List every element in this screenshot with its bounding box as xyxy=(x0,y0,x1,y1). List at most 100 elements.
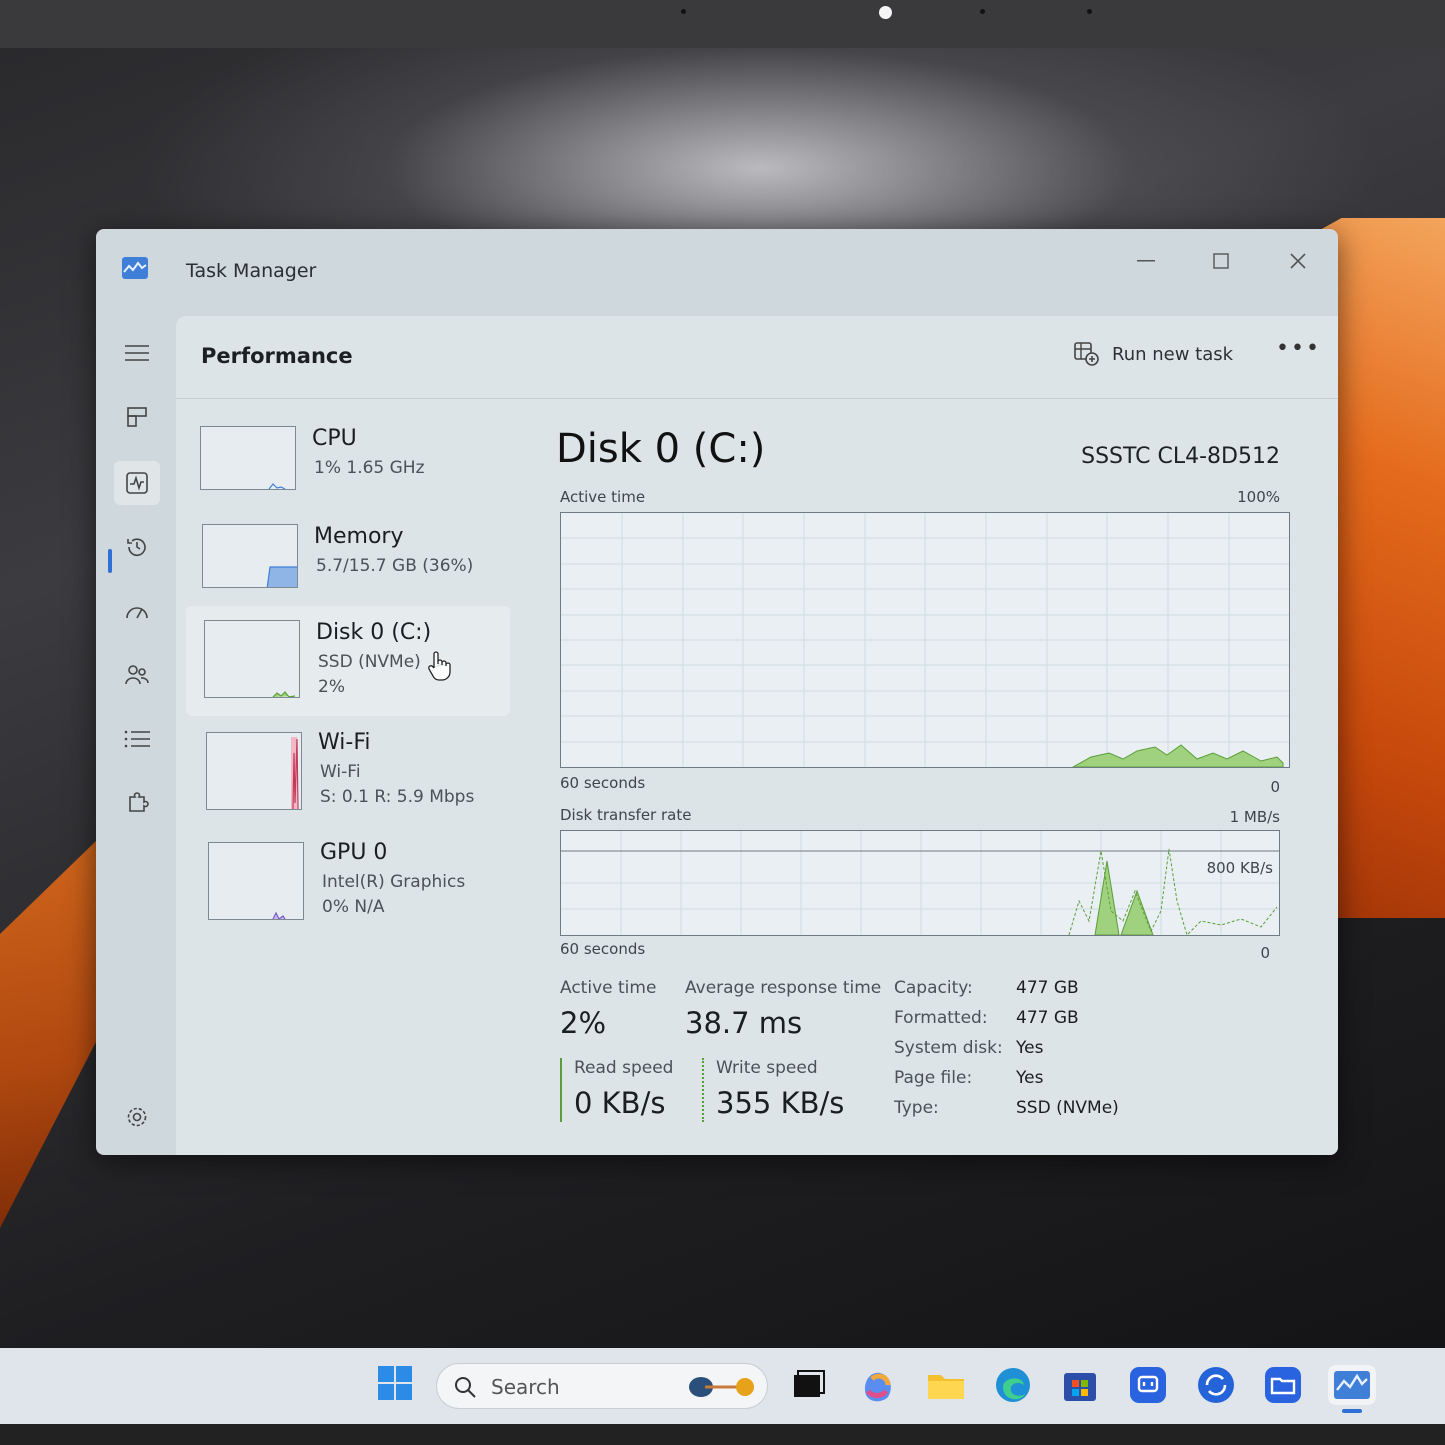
transfer-rate-graph-min: 0 xyxy=(1260,944,1270,962)
users-icon xyxy=(125,665,149,685)
disk-properties: Capacity: 477 GB Formatted: 477 GB Syste… xyxy=(894,978,1194,1128)
transfer-rate-chart xyxy=(561,831,1279,936)
disk-model: SSSTC CL4-8D512 xyxy=(1081,444,1280,469)
resource-detail: 1% 1.65 GHz xyxy=(314,458,425,478)
resource-name: CPU xyxy=(312,426,357,451)
resource-item-disk[interactable]: Disk 0 (C:) SSD (NVMe) 2% xyxy=(186,606,510,716)
disk-mini-chart xyxy=(272,691,296,697)
active-time-stat-value: 2% xyxy=(560,1006,607,1040)
sync-app-icon xyxy=(1198,1367,1234,1403)
active-time-graph-label: Active time xyxy=(560,488,646,506)
active-time-graph-max: 100% xyxy=(1237,488,1280,506)
maximize-button[interactable] xyxy=(1201,241,1241,281)
resource-usage: 2% xyxy=(318,677,345,697)
hamburger-menu-button[interactable] xyxy=(114,331,160,375)
nav-rail xyxy=(96,309,176,1155)
task-view-icon xyxy=(794,1370,825,1397)
gpu-thumbnail-graph xyxy=(208,842,304,920)
disk-thumbnail-graph xyxy=(204,620,300,698)
task-manager-window: Task Manager Performance Run new task ••… xyxy=(96,229,1338,1155)
task-manager-app-icon xyxy=(122,257,148,279)
taskbar: Search xyxy=(0,1348,1445,1424)
resource-item-memory[interactable]: Memory 5.7/15.7 GB (36%) xyxy=(186,514,510,614)
copilot-button[interactable] xyxy=(858,1365,898,1405)
hamburger-icon xyxy=(125,345,149,361)
task-manager-taskbar-button[interactable] xyxy=(1328,1365,1376,1413)
property-key: Page file: xyxy=(894,1068,973,1088)
bezel-sensor xyxy=(681,9,686,14)
details-list-icon xyxy=(124,730,150,748)
taskbar-search-box[interactable]: Search xyxy=(436,1363,768,1409)
start-button[interactable] xyxy=(377,1365,417,1405)
avg-response-stat-value: 38.7 ms xyxy=(685,1006,803,1040)
task-view-button[interactable] xyxy=(788,1365,828,1405)
wifi-mini-chart xyxy=(291,737,299,809)
edge-icon xyxy=(996,1368,1030,1402)
wifi-thumbnail-graph xyxy=(206,732,302,810)
services-puzzle-icon xyxy=(129,792,149,812)
run-new-task-label: Run new task xyxy=(1112,343,1234,365)
close-button[interactable] xyxy=(1278,241,1318,281)
nav-performance[interactable] xyxy=(114,461,160,505)
windows-logo-icon xyxy=(378,1366,412,1400)
search-placeholder: Search xyxy=(491,1375,560,1399)
avg-response-stat-label: Average response time xyxy=(685,978,882,998)
transfer-rate-graph-label: Disk transfer rate xyxy=(560,806,692,824)
nav-users[interactable] xyxy=(114,653,160,697)
gpu-mini-chart xyxy=(272,911,286,919)
property-key: Formatted: xyxy=(894,1008,988,1028)
resource-item-gpu[interactable]: GPU 0 Intel(R) Graphics 0% N/A xyxy=(186,832,510,936)
startup-gauge-icon xyxy=(126,607,148,619)
resource-throughput: S: 0.1 R: 5.9 Mbps xyxy=(320,787,475,807)
app-button-2[interactable] xyxy=(1196,1365,1236,1405)
nav-startup-apps[interactable] xyxy=(114,589,160,633)
edge-browser-button[interactable] xyxy=(993,1365,1033,1405)
nav-app-history[interactable] xyxy=(114,525,160,569)
write-speed-legend-line xyxy=(702,1058,704,1122)
settings-button[interactable] xyxy=(114,1095,160,1139)
transfer-rate-graph-mid: 800 KB/s xyxy=(1206,859,1273,877)
read-speed-legend-line xyxy=(560,1058,562,1122)
resource-item-wifi[interactable]: Wi-Fi Wi-Fi S: 0.1 R: 5.9 Mbps xyxy=(186,722,510,826)
hand-cursor-icon xyxy=(428,651,451,681)
memory-thumbnail-graph xyxy=(202,524,298,588)
folder-app-icon xyxy=(1265,1367,1301,1403)
property-value: SSD (NVMe) xyxy=(1016,1098,1119,1118)
nav-details[interactable] xyxy=(114,717,160,761)
property-key: System disk: xyxy=(894,1038,1003,1058)
minimize-icon xyxy=(1137,260,1155,262)
transfer-rate-graph-max: 1 MB/s xyxy=(1229,808,1280,826)
nav-services[interactable] xyxy=(114,781,160,825)
more-options-button[interactable]: ••• xyxy=(1276,336,1321,361)
minimize-button[interactable] xyxy=(1126,241,1166,281)
property-key: Type: xyxy=(894,1098,939,1118)
nav-processes[interactable] xyxy=(114,395,160,439)
microsoft-store-button[interactable] xyxy=(1060,1365,1100,1405)
resource-name: GPU 0 xyxy=(320,840,388,865)
resource-item-cpu[interactable]: CPU 1% 1.65 GHz xyxy=(186,416,510,516)
app-button-1[interactable] xyxy=(1128,1365,1168,1405)
disk-title: Disk 0 (C:) xyxy=(556,426,766,472)
bezel-sensor xyxy=(980,9,985,14)
transfer-rate-graph: 800 KB/s xyxy=(560,830,1280,936)
resource-detail: Intel(R) Graphics xyxy=(322,872,466,892)
property-value: 477 GB xyxy=(1016,1008,1079,1028)
header-divider xyxy=(176,398,1338,399)
resource-name: Memory xyxy=(314,524,404,549)
active-time-stat-label: Active time xyxy=(560,978,657,998)
memory-mini-chart xyxy=(266,566,297,587)
active-time-graph xyxy=(560,512,1290,768)
run-new-task-button[interactable]: Run new task xyxy=(1074,342,1233,366)
main-content: Performance Run new task ••• CPU 1% 1.65… xyxy=(176,316,1338,1155)
maximize-icon xyxy=(1213,253,1229,269)
task-manager-taskbar-icon xyxy=(1334,1371,1370,1399)
resource-usage: 0% N/A xyxy=(322,897,385,917)
run-new-task-icon xyxy=(1074,342,1099,366)
history-icon xyxy=(127,538,146,557)
property-value: Yes xyxy=(1016,1068,1044,1088)
property-value: Yes xyxy=(1016,1038,1044,1058)
monitor-bezel xyxy=(0,0,1445,48)
read-speed-value: 0 KB/s xyxy=(574,1086,666,1120)
file-explorer-button[interactable] xyxy=(926,1365,966,1405)
app-button-3[interactable] xyxy=(1263,1365,1303,1405)
